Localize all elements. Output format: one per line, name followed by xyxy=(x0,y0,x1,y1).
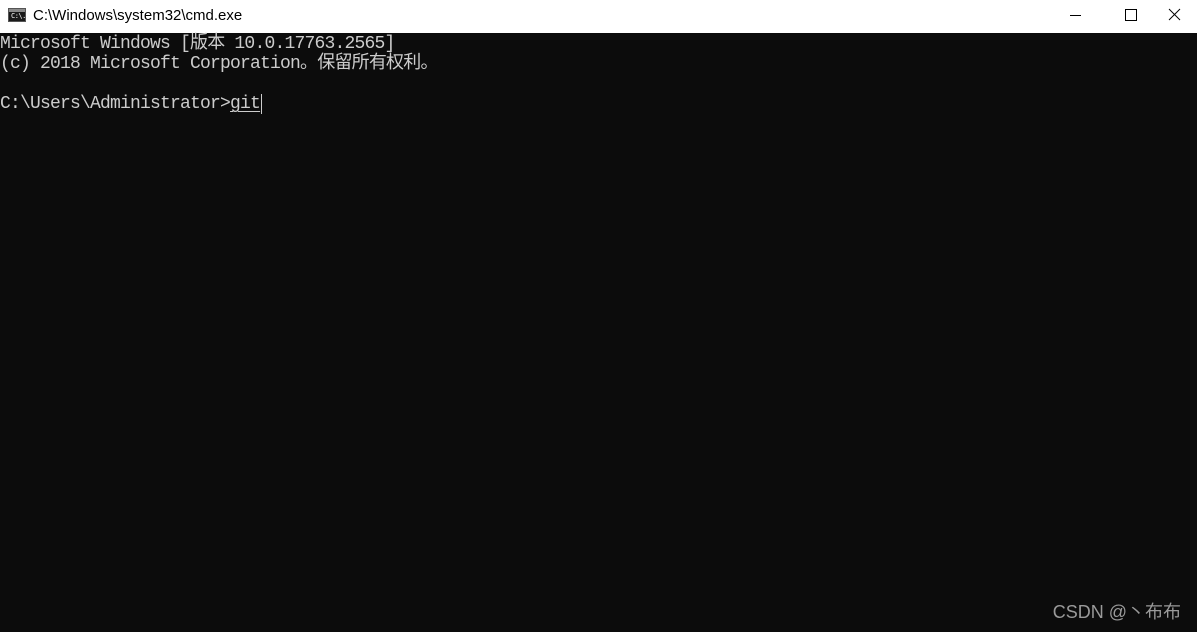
console-line-copyright: (c) 2018 Microsoft Corporation。保留所有权利。 xyxy=(0,54,438,74)
cmd-icon-glyph: C:\. xyxy=(11,12,26,20)
cmd-icon[interactable]: C:\. xyxy=(8,8,26,22)
console-output[interactable]: Microsoft Windows [版本 10.0.17763.2565] (… xyxy=(0,34,1197,632)
window-title: C:\Windows\system32\cmd.exe xyxy=(33,7,243,24)
maximize-button[interactable] xyxy=(1108,0,1154,33)
command-line[interactable]: C:\Users\Administrator>git xyxy=(0,94,263,114)
command-input[interactable]: git xyxy=(230,94,261,114)
minimize-button[interactable] xyxy=(1052,0,1098,33)
command-prompt: C:\Users\Administrator> xyxy=(0,94,231,114)
minimize-icon xyxy=(1070,15,1081,16)
maximize-icon xyxy=(1125,9,1137,21)
console-line-version: Microsoft Windows [版本 10.0.17763.2565] xyxy=(0,34,395,54)
text-cursor xyxy=(261,94,263,114)
close-button[interactable] xyxy=(1151,0,1197,33)
watermark: CSDN @丶布布 xyxy=(1052,602,1181,622)
cmd-window: C:\. C:\Windows\system32\cmd.exe Microso… xyxy=(0,0,1197,632)
close-icon xyxy=(1168,8,1181,21)
title-bar[interactable]: C:\. C:\Windows\system32\cmd.exe xyxy=(0,0,1197,33)
